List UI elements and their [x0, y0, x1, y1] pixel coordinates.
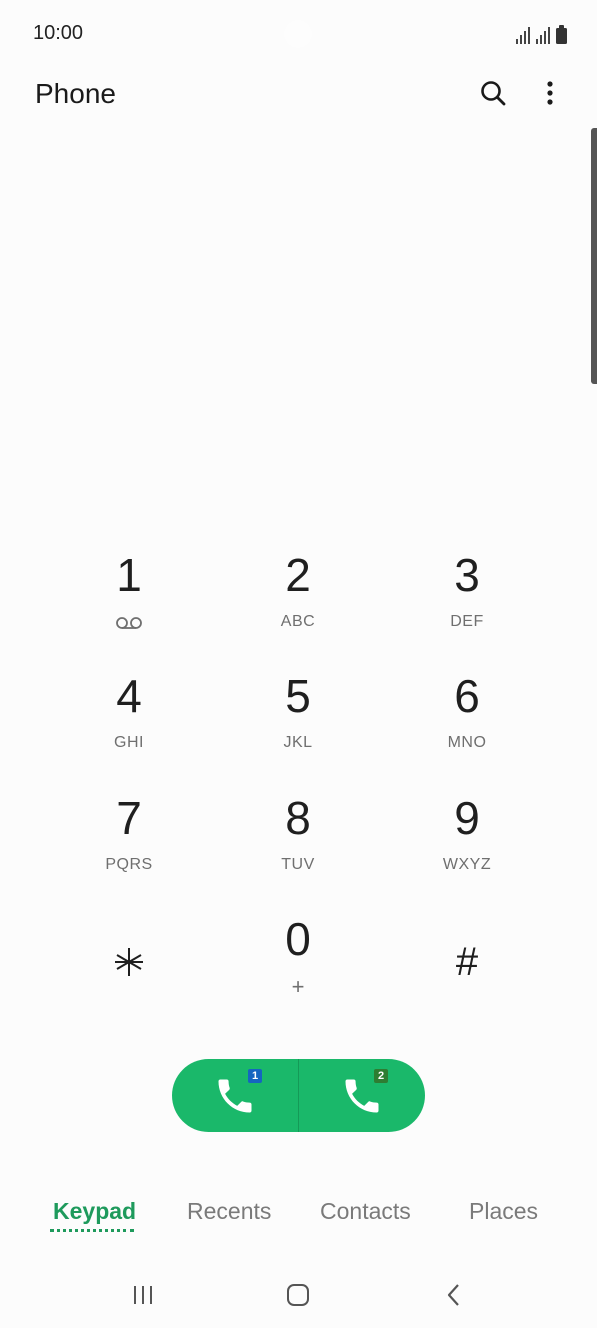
- key-1[interactable]: 1: [44, 540, 214, 658]
- status-bar: 10:00: [0, 0, 597, 70]
- tab-places[interactable]: Places: [469, 1198, 538, 1225]
- front-camera: [284, 20, 312, 48]
- active-tab-indicator: [50, 1229, 134, 1232]
- more-options-button[interactable]: [534, 76, 566, 110]
- key-letters: JKL: [283, 734, 313, 751]
- sim2-badge: 2: [374, 1069, 388, 1083]
- status-time: 10:00: [33, 22, 84, 44]
- key-letters: MNO: [447, 734, 487, 751]
- sim1-signal-icon: [516, 26, 530, 44]
- key-star[interactable]: *: [44, 904, 214, 1022]
- key-digit: 1: [116, 549, 142, 601]
- key-letters: +: [291, 974, 305, 999]
- key-6[interactable]: 6 MNO: [382, 661, 552, 779]
- sim1-badge: 1: [248, 1069, 262, 1083]
- key-2[interactable]: 2 ABC: [213, 540, 383, 658]
- tab-recents[interactable]: Recents: [187, 1198, 271, 1225]
- call-sim1-button[interactable]: 1: [172, 1059, 298, 1132]
- recent-apps-icon: [134, 1286, 152, 1304]
- home-button[interactable]: [278, 1277, 318, 1313]
- key-letters: TUV: [281, 856, 315, 873]
- key-letters: PQRS: [105, 856, 153, 873]
- key-digit: 6: [454, 670, 480, 722]
- key-digit: 7: [116, 792, 142, 844]
- tab-keypad[interactable]: Keypad: [53, 1198, 136, 1225]
- key-digit: #: [455, 940, 479, 984]
- key-digit: 0: [285, 913, 311, 965]
- more-options-icon: [547, 81, 553, 105]
- home-icon: [287, 1284, 309, 1306]
- key-digit: 5: [285, 670, 311, 722]
- key-letters: GHI: [114, 734, 144, 751]
- back-button[interactable]: [434, 1277, 474, 1313]
- status-icons: [516, 22, 567, 44]
- sim2-signal-icon: [536, 26, 550, 44]
- key-8[interactable]: 8 TUV: [213, 783, 383, 901]
- call-buttons: 1 2: [172, 1059, 425, 1132]
- system-nav-bar: [0, 1265, 597, 1325]
- scrollbar-handle[interactable]: [591, 128, 597, 384]
- battery-icon: [556, 25, 567, 44]
- key-digit: 4: [116, 670, 142, 722]
- key-hash[interactable]: #: [382, 904, 552, 1022]
- key-digit: 2: [285, 549, 311, 601]
- key-0[interactable]: 0 +: [213, 904, 383, 1022]
- key-digit: 9: [454, 792, 480, 844]
- key-3[interactable]: 3 DEF: [382, 540, 552, 658]
- key-letters: DEF: [450, 613, 484, 630]
- page-title: Phone: [35, 78, 116, 109]
- key-9[interactable]: 9 WXYZ: [382, 783, 552, 901]
- recent-apps-button[interactable]: [123, 1277, 163, 1313]
- bottom-tabs: Keypad Recents Contacts Places: [0, 1190, 597, 1240]
- key-digit: 3: [454, 549, 480, 601]
- key-5[interactable]: 5 JKL: [213, 661, 383, 779]
- key-7[interactable]: 7 PQRS: [44, 783, 214, 901]
- voicemail-icon: [116, 617, 142, 629]
- search-icon: [481, 81, 506, 106]
- search-button[interactable]: [476, 76, 510, 110]
- key-letters: WXYZ: [442, 856, 492, 873]
- app-bar: Phone: [0, 70, 597, 120]
- key-letters: ABC: [280, 613, 316, 630]
- asterisk-icon: [115, 948, 143, 976]
- tab-contacts[interactable]: Contacts: [320, 1198, 411, 1225]
- key-4[interactable]: 4 GHI: [44, 661, 214, 779]
- key-digit: 8: [285, 792, 311, 844]
- back-icon: [447, 1284, 459, 1306]
- call-sim2-button[interactable]: 2: [299, 1059, 425, 1132]
